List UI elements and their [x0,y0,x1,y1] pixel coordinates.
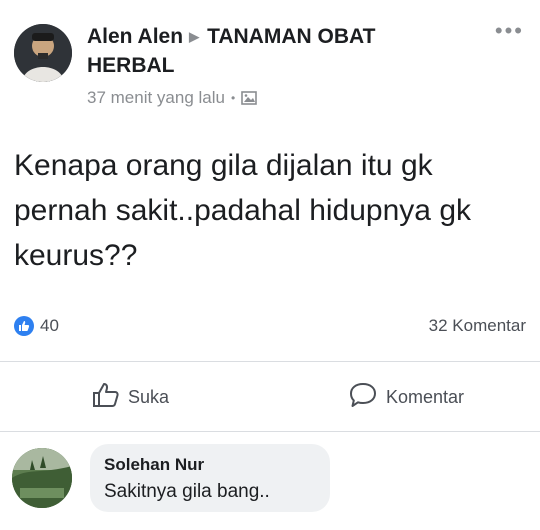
meta-separator: • [230,91,236,105]
commenter-avatar[interactable] [12,448,72,508]
comment-text: Sakitnya gila bang.. [104,481,270,502]
divider-top [0,361,540,362]
post-meta: 37 menit yang lalu • [87,88,257,108]
thumbs-up-icon [92,382,120,413]
author-avatar[interactable] [14,24,72,82]
comment-count[interactable]: 32 Komentar [429,316,526,336]
arrow-right-icon: ▶ [189,29,200,44]
author-line: Alen Alen ▶ TANAMAN OBAT HERBAL [87,22,467,80]
speech-bubble-icon [348,381,378,414]
commenter-name[interactable]: Solehan Nur [104,455,204,475]
public-photo-icon [241,90,257,106]
comment-item: Solehan Nur Sakitnya gila bang.. [12,444,532,524]
post-time[interactable]: 37 menit yang lalu [87,88,225,108]
like-button-label: Suka [128,386,170,407]
comment-button[interactable]: Komentar [348,373,464,421]
post-stats: 40 32 Komentar [14,316,526,342]
post-header: Alen Alen ▶ TANAMAN OBAT HERBAL 37 menit y… [14,18,526,108]
post-text: Kenapa orang gila dijalan itu gk pernah … [14,149,472,272]
divider-bottom [0,431,540,432]
author-name[interactable]: Alen Alen [87,25,183,48]
like-badge-icon [14,316,34,336]
like-button[interactable]: Suka [92,373,169,421]
comment-bubble: Solehan Nur Sakitnya gila bang.. [90,444,330,512]
like-count-value: 40 [40,316,59,335]
like-count[interactable]: 40 [14,316,59,336]
action-bar: Suka Komentar [0,373,540,421]
more-options-icon[interactable]: ••• [495,18,524,44]
comment-button-label: Komentar [386,386,465,407]
